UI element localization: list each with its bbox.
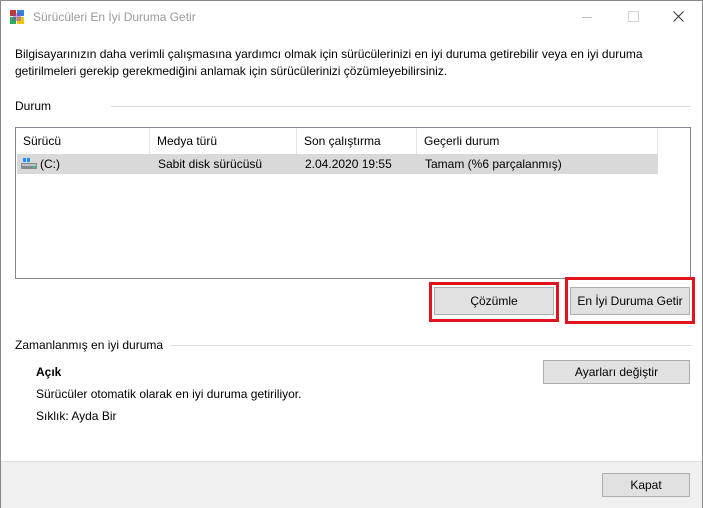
drive-list[interactable]: Sürücü Medya türü Son çalıştırma Geçerli… — [15, 127, 691, 279]
close-window-button[interactable] — [656, 1, 702, 32]
title-bar[interactable]: Sürücüleri En İyi Duruma Getir — [1, 1, 702, 32]
minimize-button[interactable] — [564, 1, 610, 32]
scheduled-group-label: Zamanlanmış en iyi duruma — [15, 338, 164, 352]
optimize-button[interactable]: En İyi Duruma Getir — [570, 287, 690, 315]
cell-drive: (C:) — [40, 157, 60, 171]
status-group-label: Durum — [15, 99, 52, 113]
defrag-window: Sürücüleri En İyi Duruma Getir Bilgisaya… — [0, 0, 703, 508]
column-header-media-type[interactable]: Medya türü — [150, 128, 297, 154]
close-button[interactable]: Kapat — [602, 473, 690, 497]
table-row[interactable]: (C:) Sabit disk sürücüsü 2.04.2020 19:55… — [17, 154, 658, 174]
close-icon — [673, 11, 684, 22]
description-text: Bilgisayarınızın daha verimli çalışmasın… — [15, 47, 643, 78]
cell-last-run: 2.04.2020 19:55 — [305, 157, 392, 171]
window-title: Sürücüleri En İyi Duruma Getir — [33, 10, 196, 24]
schedule-info: Sürücüler otomatik olarak en iyi duruma … — [36, 387, 302, 401]
column-header-drive[interactable]: Sürücü — [16, 128, 150, 154]
schedule-state: Açık — [36, 365, 62, 379]
cell-current-status: Tamam (%6 parçalanmış) — [425, 157, 562, 171]
column-header-current-status[interactable]: Geçerli durum — [417, 128, 658, 154]
change-settings-button[interactable]: Ayarları değiştir — [543, 360, 690, 384]
status-group-divider — [111, 106, 691, 107]
defrag-app-icon — [10, 10, 24, 24]
scheduled-group-divider — [171, 345, 691, 346]
column-header-last-run[interactable]: Son çalıştırma — [297, 128, 417, 154]
schedule-frequency: Sıklık: Ayda Bir — [36, 409, 117, 423]
maximize-button[interactable] — [610, 1, 656, 32]
analyze-button[interactable]: Çözümle — [434, 287, 554, 315]
cell-media-type: Sabit disk sürücüsü — [158, 157, 263, 171]
dialog-footer: Kapat — [1, 461, 702, 508]
hard-drive-icon — [21, 158, 38, 170]
